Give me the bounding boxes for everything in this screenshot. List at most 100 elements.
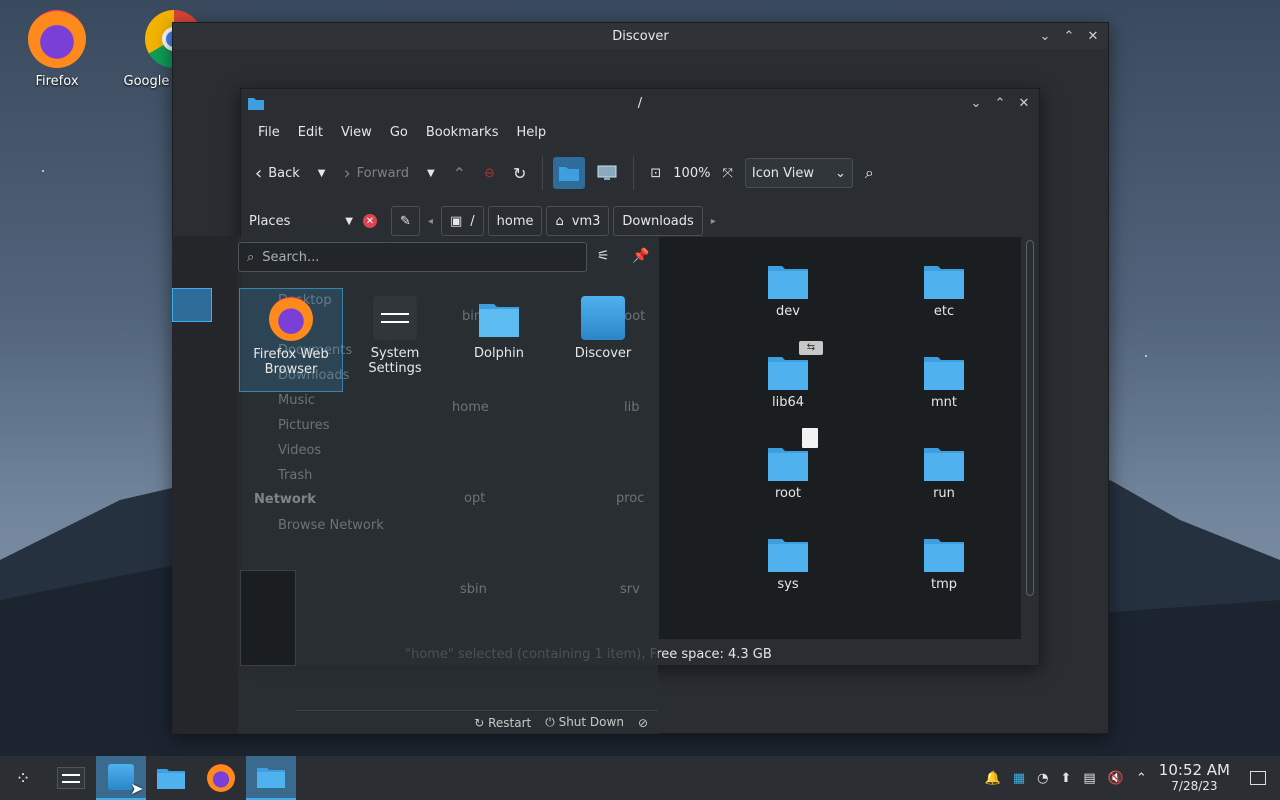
folder-icon: [924, 539, 964, 572]
discover-titlebar[interactable]: Discover ⌄ ⌃ ✕: [173, 23, 1108, 49]
menu-edit[interactable]: Edit: [289, 125, 332, 140]
folder-name: root: [774, 486, 802, 501]
settings-icon: [57, 767, 85, 789]
close-button[interactable]: ✕: [1086, 29, 1100, 44]
app-launcher-button[interactable]: ⁘: [0, 756, 46, 800]
folder-icon: [768, 539, 808, 572]
folder-item[interactable]: run: [904, 444, 984, 501]
launcher-search-input[interactable]: ⌕ Search...: [238, 242, 587, 272]
stop-icon[interactable]: ⊖: [478, 162, 501, 185]
folder-item[interactable]: tmp: [904, 535, 984, 592]
folder-icon: [924, 357, 964, 390]
folder-item[interactable]: etc: [904, 262, 984, 319]
volume-muted-icon[interactable]: 🔇: [1108, 771, 1124, 786]
app-label: System Settings: [368, 346, 422, 376]
home-button[interactable]: [553, 157, 586, 189]
folder-name: etc: [933, 304, 955, 319]
menu-view[interactable]: View: [332, 125, 381, 140]
minimize-button[interactable]: ⌄: [1038, 29, 1052, 44]
home-icon: ⌂: [555, 213, 564, 229]
breadcrumb-home[interactable]: home: [487, 206, 543, 236]
clock[interactable]: 10:52 AM 7/28/23: [1159, 762, 1230, 794]
folder-item[interactable]: dev: [748, 262, 828, 319]
launcher-category-strip: [172, 236, 238, 734]
search-icon[interactable]: ⌕: [859, 159, 880, 187]
edit-location-button[interactable]: ✎: [391, 206, 420, 236]
minimize-button[interactable]: ⌄: [969, 96, 983, 111]
breadcrumb-downloads[interactable]: Downloads: [613, 206, 703, 236]
zoom-out-icon[interactable]: ⊡: [644, 162, 667, 185]
places-menu-icon[interactable]: ▼: [345, 216, 353, 227]
app-firefox[interactable]: Firefox Web Browser: [239, 288, 343, 392]
close-button[interactable]: ✕: [1017, 96, 1031, 111]
folder-item[interactable]: root: [748, 444, 828, 501]
dolphin-titlebar[interactable]: / ⌄ ⌃ ✕: [241, 89, 1039, 117]
menu-go[interactable]: Go: [381, 125, 417, 140]
forward-button[interactable]: › Forward: [337, 159, 414, 188]
forward-label: Forward: [356, 165, 409, 181]
clipboard-icon[interactable]: ▤: [1083, 771, 1095, 786]
breadcrumb-scroll-left-icon[interactable]: ◂: [424, 216, 437, 227]
updates-icon[interactable]: ⬆: [1061, 771, 1072, 786]
folder-icon: [768, 448, 808, 481]
breadcrumb-root[interactable]: ▣ /: [440, 206, 484, 236]
star: [42, 170, 44, 172]
shutdown-button[interactable]: ⏻ Shut Down: [545, 715, 624, 730]
reload-icon[interactable]: ↻: [507, 160, 532, 187]
breadcrumb-label: Downloads: [622, 213, 694, 229]
folder-icon: [248, 98, 264, 110]
app-system-settings[interactable]: System Settings: [343, 288, 447, 376]
view-mode-select[interactable]: Icon View ⌄: [744, 158, 853, 188]
folder-name: mnt: [931, 395, 957, 410]
notifications-icon[interactable]: 🔔: [985, 771, 1001, 786]
widgets-icon[interactable]: ▦: [1013, 771, 1025, 786]
back-dropdown-icon[interactable]: ▼: [312, 168, 332, 179]
menu-file[interactable]: File: [249, 125, 289, 140]
menu-bookmarks[interactable]: Bookmarks: [417, 125, 508, 140]
shutdown-label: Shut Down: [558, 715, 624, 729]
maximize-button[interactable]: ⌃: [1062, 29, 1076, 44]
app-discover[interactable]: Discover: [551, 288, 655, 361]
folder-item[interactable]: sys: [748, 535, 828, 592]
taskbar-dolphin-window[interactable]: [246, 756, 296, 800]
faded-folder: proc: [616, 491, 645, 506]
faded-place: Music: [278, 393, 315, 408]
taskbar-dolphin[interactable]: [146, 756, 196, 800]
zoom-in-icon[interactable]: ⤧: [716, 162, 738, 185]
computer-icon[interactable]: [591, 161, 623, 185]
taskbar-system-settings[interactable]: [46, 756, 96, 800]
tray-expand-icon[interactable]: ⌃: [1136, 771, 1147, 786]
folder-name: run: [933, 486, 955, 501]
up-icon[interactable]: ⌃: [447, 160, 472, 187]
restart-button[interactable]: ↻ Restart: [474, 716, 531, 730]
configure-icon[interactable]: ⚟: [597, 248, 610, 264]
faded-folder: lib: [624, 400, 640, 415]
scrollbar[interactable]: [1026, 240, 1034, 596]
launcher-category-selected[interactable]: [172, 288, 212, 322]
pin-icon[interactable]: 📌: [632, 248, 649, 264]
browse-network: Browse Network: [278, 518, 384, 533]
view-mode-value: Icon View: [751, 165, 815, 181]
menu-help[interactable]: Help: [507, 125, 555, 140]
forward-dropdown-icon[interactable]: ▼: [421, 168, 441, 179]
performance-icon[interactable]: ◔: [1037, 771, 1048, 786]
breadcrumb-vm3[interactable]: ⌂ vm3: [546, 206, 610, 236]
back-button[interactable]: ‹ Back: [249, 159, 306, 188]
close-panel-icon[interactable]: ✕: [363, 214, 377, 228]
leave-icon[interactable]: ⊘: [638, 716, 648, 730]
breadcrumb-scroll-right-icon[interactable]: ▸: [707, 216, 720, 227]
folder-item[interactable]: lib64: [748, 353, 828, 410]
folder-name: tmp: [930, 577, 957, 592]
faded-folder: sbin: [460, 582, 487, 597]
desktop-icon-firefox[interactable]: Firefox: [2, 10, 112, 89]
network-heading: Network: [254, 492, 316, 507]
app-dolphin[interactable]: Dolphin: [447, 288, 551, 361]
taskbar-firefox[interactable]: [196, 756, 246, 800]
settings-icon: [373, 296, 417, 340]
faded-folder: srv: [620, 582, 640, 597]
maximize-button[interactable]: ⌃: [993, 96, 1007, 111]
show-desktop-icon[interactable]: [1250, 771, 1266, 785]
folder-icon: [257, 768, 285, 788]
folder-item[interactable]: mnt: [904, 353, 984, 410]
back-label: Back: [268, 165, 300, 181]
